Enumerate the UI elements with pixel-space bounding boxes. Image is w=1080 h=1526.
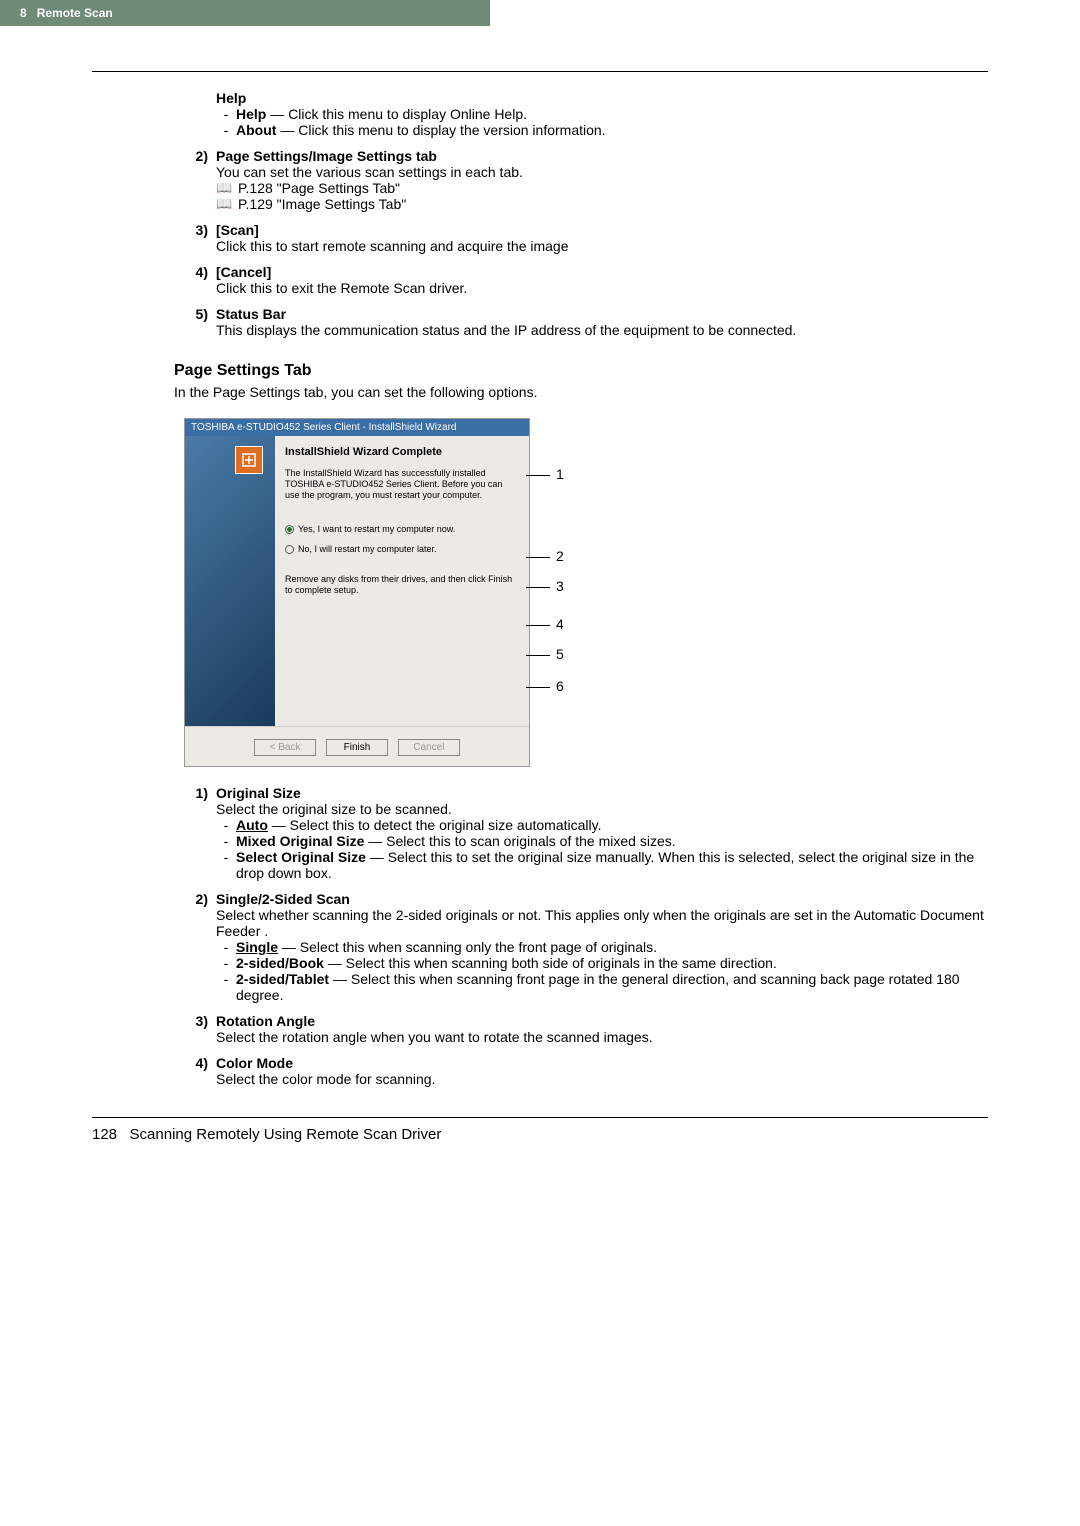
screenshot-figure: TOSHIBA e-STUDIO452 Series Client - Inst… [184, 418, 988, 767]
item-status-bar: 5) Status Bar This displays the communic… [192, 306, 988, 338]
section-desc: In the Page Settings tab, you can set th… [174, 384, 988, 400]
dialog-heading: InstallShield Wizard Complete [285, 446, 519, 458]
item-scan: 3) [Scan] Click this to start remote sca… [192, 222, 988, 254]
cancel-button: Cancel [398, 739, 460, 756]
book-icon: 📖 [216, 180, 238, 196]
ref-page-settings: 📖P.128 "Page Settings Tab" [216, 180, 988, 196]
item-rotation-angle: 3) Rotation Angle Select the rotation an… [192, 1013, 988, 1045]
dialog-paragraph: The InstallShield Wizard has successfull… [285, 468, 519, 500]
radio-restart-later[interactable]: No, I will restart my computer later. [285, 544, 519, 554]
help-item: - About — Click this menu to display the… [216, 122, 988, 138]
help-heading: Help [216, 90, 988, 106]
dialog-note: Remove any disks from their drives, and … [285, 574, 519, 596]
section-title-page-settings: Page Settings Tab [174, 362, 988, 380]
item-page-settings-tab: 2) Page Settings/Image Settings tab You … [192, 148, 988, 212]
radio-icon [285, 545, 294, 554]
chapter-title: Remote Scan [37, 6, 113, 20]
callout-2: 2 [556, 548, 564, 564]
dialog-title: TOSHIBA e-STUDIO452 Series Client - Inst… [185, 419, 529, 436]
item-single-2sided: 2) Single/2-Sided Scan Select whether sc… [192, 891, 988, 1003]
chapter-header: 8 Remote Scan [0, 0, 490, 26]
footer-text: Scanning Remotely Using Remote Scan Driv… [130, 1126, 442, 1143]
callout-6: 6 [556, 678, 564, 694]
item-color-mode: 4) Color Mode Select the color mode for … [192, 1055, 988, 1087]
installshield-dialog: TOSHIBA e-STUDIO452 Series Client - Inst… [184, 418, 530, 767]
callouts: 1 2 3 4 5 6 [536, 418, 576, 767]
back-button: < Back [254, 739, 316, 756]
book-icon: 📖 [216, 196, 238, 212]
chapter-number: 8 [20, 6, 27, 20]
callout-3: 3 [556, 578, 564, 594]
installer-logo-icon [235, 446, 263, 474]
radio-icon [285, 525, 294, 534]
item-cancel: 4) [Cancel] Click this to exit the Remot… [192, 264, 988, 296]
finish-button[interactable]: Finish [326, 739, 388, 756]
ref-image-settings: 📖P.129 "Image Settings Tab" [216, 196, 988, 212]
dialog-sidebar-image [185, 436, 275, 726]
callout-1: 1 [556, 466, 564, 482]
callout-5: 5 [556, 646, 564, 662]
callout-4: 4 [556, 616, 564, 632]
page-number: 128 [92, 1126, 117, 1143]
item-original-size: 1) Original Size Select the original siz… [192, 785, 988, 881]
page-footer: 128 Scanning Remotely Using Remote Scan … [0, 1118, 1080, 1183]
radio-restart-now[interactable]: Yes, I want to restart my computer now. [285, 524, 519, 534]
help-item: - Help — Click this menu to display Onli… [216, 106, 988, 122]
